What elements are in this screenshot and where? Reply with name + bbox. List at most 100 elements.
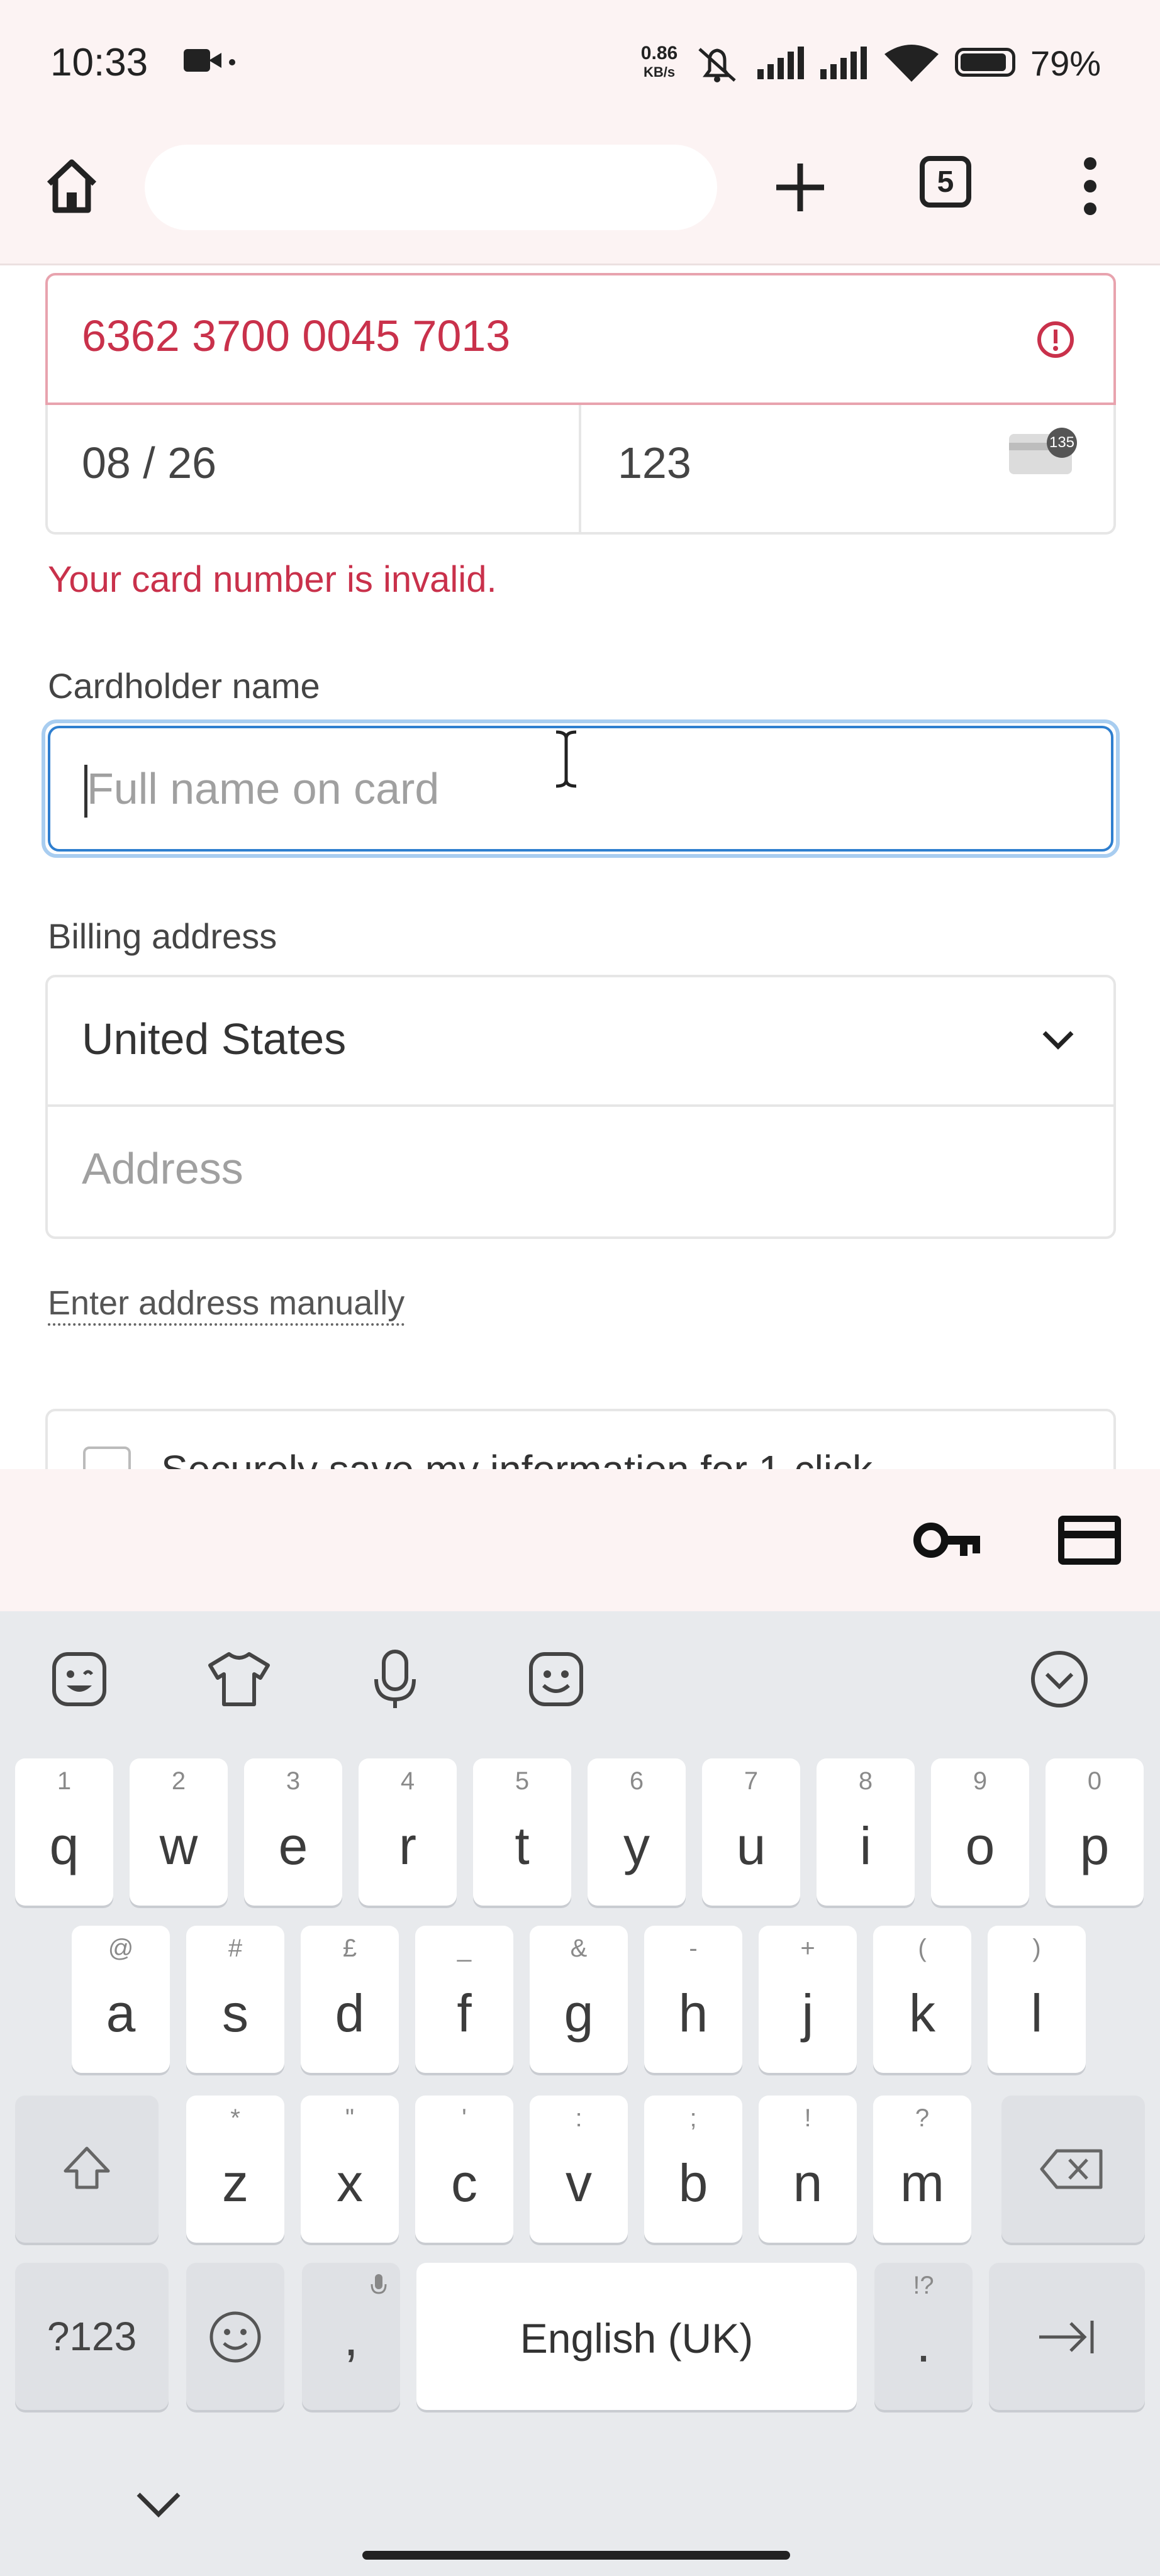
key-h[interactable]: -h	[644, 1926, 742, 2073]
credit-card-icon[interactable]	[1058, 1516, 1121, 1565]
new-tab-icon[interactable]	[770, 157, 830, 218]
dot-icon	[229, 59, 235, 65]
comma-label: ,	[343, 2307, 359, 2367]
billing-label: Billing address	[48, 916, 277, 956]
key-label: y	[623, 1816, 650, 1875]
key-o[interactable]: 9o	[931, 1758, 1029, 1906]
status-bar: 10:33 0.86 KB/s 79%	[0, 0, 1160, 126]
signal-icon-2	[820, 47, 867, 79]
key-k[interactable]: (k	[873, 1926, 971, 2073]
key-v[interactable]: :v	[530, 2096, 628, 2243]
key-label: j	[801, 1984, 814, 2043]
country-value: United States	[82, 1014, 347, 1063]
key-label: h	[678, 1984, 708, 2043]
key-hint: 0	[1087, 1767, 1102, 1795]
key-t[interactable]: 5t	[473, 1758, 571, 1906]
key-c[interactable]: ' c	[415, 2096, 513, 2243]
space-key-label: English (UK)	[520, 2315, 754, 2362]
symbols-key[interactable]: ?123	[15, 2263, 169, 2410]
net-speed-value: 0.86	[640, 43, 678, 64]
comma-key[interactable]: ,	[302, 2263, 400, 2410]
key-icon[interactable]	[912, 1517, 981, 1563]
emoji-key[interactable]	[186, 2263, 284, 2410]
space-key[interactable]: English (UK)	[416, 2263, 857, 2410]
wifi-icon	[884, 45, 939, 82]
key-hint: 2	[171, 1767, 186, 1795]
ibeam-cursor-icon	[555, 730, 577, 788]
key-z[interactable]: * z	[186, 2096, 284, 2243]
hide-keyboard-icon[interactable]	[1029, 1649, 1090, 1709]
gesture-bar[interactable]	[362, 2551, 790, 2560]
key-hint: 3	[286, 1767, 301, 1795]
key-hint: @	[108, 1935, 134, 1962]
key-f[interactable]: _ f	[415, 1926, 513, 2073]
net-speed-unit: KB/s	[643, 64, 676, 80]
key-hint: "	[345, 2104, 355, 2132]
key-r[interactable]: 4r	[359, 1758, 457, 1906]
key-hint: 5	[515, 1767, 530, 1795]
key-p[interactable]: 0p	[1046, 1758, 1144, 1906]
key-n[interactable]: ! n	[759, 2096, 857, 2243]
key-label: p	[1079, 1816, 1110, 1875]
error-icon	[1037, 321, 1074, 358]
key-b[interactable]: ; b	[644, 2096, 742, 2243]
address-input[interactable]: Address	[45, 1104, 1116, 1239]
key-label: b	[678, 2153, 708, 2212]
backspace-key[interactable]	[1001, 2096, 1145, 2243]
key-s[interactable]: # s	[186, 1926, 284, 2073]
nav-collapse-icon[interactable]	[133, 2488, 184, 2523]
more-menu-icon[interactable]	[1081, 155, 1100, 218]
card-number-value: 6362 3700 0045 7013	[82, 311, 511, 360]
emoji-icon[interactable]	[526, 1649, 586, 1709]
enter-address-manually-link[interactable]: Enter address manually	[48, 1283, 405, 1326]
smiley-icon	[209, 2311, 261, 2363]
net-speed: 0.86 KB/s	[635, 44, 683, 82]
key-w[interactable]: 2w	[130, 1758, 228, 1906]
tab-switcher-button[interactable]: 5	[920, 156, 971, 208]
key-l[interactable]: ) l	[988, 1926, 1086, 2073]
mic-hint-icon	[371, 2274, 387, 2294]
save-info-checkbox[interactable]	[83, 1446, 131, 1469]
key-a[interactable]: @ a	[72, 1926, 170, 2073]
key-hint: *	[230, 2104, 240, 2132]
key-i[interactable]: 8i	[817, 1758, 915, 1906]
key-label: c	[451, 2153, 477, 2212]
key-label: a	[106, 1984, 136, 2043]
key-label: f	[457, 1984, 472, 2043]
key-m[interactable]: ? m	[873, 2096, 971, 2243]
enter-key[interactable]	[989, 2263, 1145, 2410]
key-d[interactable]: £ d	[301, 1926, 399, 2073]
emoji-sticker-icon[interactable]	[49, 1649, 109, 1709]
shift-key[interactable]	[15, 2096, 159, 2243]
microphone-icon[interactable]	[371, 1648, 419, 1711]
cardholder-label: Cardholder name	[48, 666, 320, 706]
country-select[interactable]: United States	[45, 975, 1116, 1107]
key-x[interactable]: " x	[301, 2096, 399, 2243]
key-j[interactable]: + j	[759, 1926, 857, 2073]
url-bar[interactable]	[145, 145, 717, 230]
key-hint: 4	[400, 1767, 415, 1795]
key-hint: 8	[858, 1767, 873, 1795]
key-hint: :	[575, 2104, 583, 2132]
theme-shirt-icon[interactable]	[206, 1649, 272, 1709]
cardholder-input[interactable]: Full name on card	[48, 726, 1113, 852]
key-q[interactable]: 1q	[15, 1758, 113, 1906]
key-u[interactable]: 7u	[702, 1758, 800, 1906]
card-number-field[interactable]: 6362 3700 0045 7013	[45, 273, 1116, 405]
key-g[interactable]: & g	[530, 1926, 628, 2073]
cvc-field[interactable]: 123 135	[579, 405, 1116, 535]
home-icon[interactable]	[40, 155, 103, 218]
period-key[interactable]: !? .	[874, 2263, 973, 2410]
key-hint: 1	[57, 1767, 72, 1795]
card-error-message: Your card number is invalid.	[48, 559, 497, 600]
tab-next-icon	[1039, 2321, 1094, 2353]
key-label: v	[566, 2153, 592, 2212]
key-label: m	[900, 2153, 944, 2212]
key-e[interactable]: 3e	[244, 1758, 342, 1906]
save-info-box: Securely save my information for 1-click	[45, 1409, 1116, 1469]
key-hint: #	[228, 1935, 243, 1962]
expiry-field[interactable]: 08 / 26	[45, 405, 581, 535]
key-y[interactable]: 6y	[588, 1758, 686, 1906]
video-camera-icon	[184, 49, 221, 72]
key-label: u	[736, 1816, 766, 1875]
